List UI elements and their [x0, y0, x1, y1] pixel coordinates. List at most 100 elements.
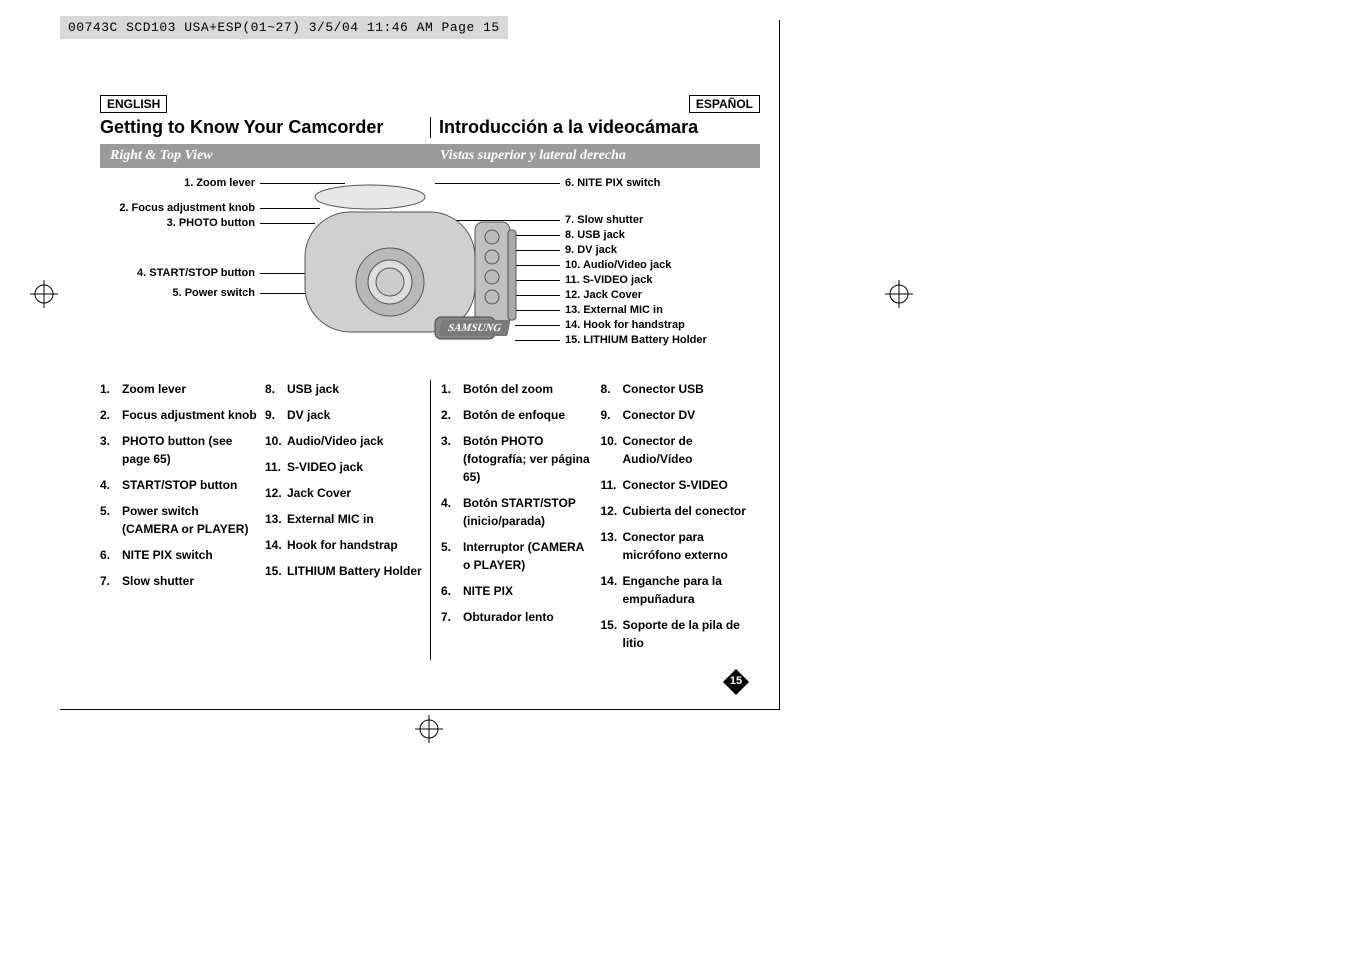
list-item: 14.Hook for handstrap	[265, 536, 422, 554]
list-item: 12.Jack Cover	[265, 484, 422, 502]
diagram-callout: 2. Focus adjustment knob	[119, 202, 255, 214]
list-item: 5.Interruptor (CAMERA o PLAYER)	[441, 538, 593, 574]
list-item: 4.Botón START/STOP (inicio/parada)	[441, 494, 593, 530]
list-item-number: 5.	[100, 502, 122, 538]
list-item-number: 3.	[441, 432, 463, 486]
list-item-text: START/STOP button	[122, 476, 257, 494]
list-item-text: Cubierta del conector	[623, 502, 753, 520]
list-item: 1.Botón del zoom	[441, 380, 593, 398]
list-item-number: 10.	[601, 432, 623, 468]
list-item-text: NITE PIX switch	[122, 546, 257, 564]
list-item-number: 1.	[100, 380, 122, 398]
list-item-number: 10.	[265, 432, 287, 450]
list-item-number: 6.	[100, 546, 122, 564]
list-item-number: 12.	[601, 502, 623, 520]
list-item-number: 13.	[601, 528, 623, 564]
list-item-number: 3.	[100, 432, 122, 468]
list-item-text: Botón de enfoque	[463, 406, 593, 424]
lang-label-en: ENGLISH	[100, 95, 167, 113]
diagram-callout: 14. Hook for handstrap	[565, 319, 685, 331]
list-item-text: Botón START/STOP (inicio/parada)	[463, 494, 593, 530]
registration-mark-icon	[415, 715, 443, 743]
list-item-text: Slow shutter	[122, 572, 257, 590]
list-item: 3.Botón PHOTO (fotografía; ver página 65…	[441, 432, 593, 486]
list-item-text: Focus adjustment knob	[122, 406, 257, 424]
diagram-callout: 10. Audio/Video jack	[565, 259, 671, 271]
list-item-number: 4.	[100, 476, 122, 494]
section-title-es: Introducción a la videocámara	[430, 117, 760, 138]
diagram-callout: 1. Zoom lever	[184, 177, 255, 189]
list-item: 15.Soporte de la pila de litio	[601, 616, 753, 652]
list-item-text: Conector USB	[623, 380, 753, 398]
list-item: 9.DV jack	[265, 406, 422, 424]
list-item: 14.Enganche para la empuñadura	[601, 572, 753, 608]
list-item-text: Interruptor (CAMERA o PLAYER)	[463, 538, 593, 574]
subtitle-es: Vistas superior y lateral derecha	[430, 144, 760, 168]
parts-lists: 1.Zoom lever2.Focus adjustment knob3.PHO…	[100, 380, 760, 660]
list-item-number: 8.	[265, 380, 287, 398]
list-item: 3.PHOTO button (see page 65)	[100, 432, 257, 468]
list-item-number: 4.	[441, 494, 463, 530]
list-item-text: Jack Cover	[287, 484, 422, 502]
diagram-callout: 5. Power switch	[172, 287, 255, 299]
list-item-text: DV jack	[287, 406, 422, 424]
list-item-text: Soporte de la pila de litio	[623, 616, 753, 652]
registration-mark-icon	[30, 280, 58, 308]
list-item-text: Botón PHOTO (fotografía; ver página 65)	[463, 432, 593, 486]
list-item-text: Conector DV	[623, 406, 753, 424]
list-item-text: Audio/Video jack	[287, 432, 422, 450]
list-item: 7.Obturador lento	[441, 608, 593, 626]
list-item-text: Zoom lever	[122, 380, 257, 398]
list-item-text: PHOTO button (see page 65)	[122, 432, 257, 468]
parts-list-es: 1.Botón del zoom2.Botón de enfoque3.Botó…	[430, 380, 760, 660]
list-item: 2.Botón de enfoque	[441, 406, 593, 424]
list-item: 7.Slow shutter	[100, 572, 257, 590]
list-item: 6.NITE PIX switch	[100, 546, 257, 564]
list-item-text: S-VIDEO jack	[287, 458, 422, 476]
diagram-callout: 3. PHOTO button	[167, 217, 255, 229]
list-item: 11.S-VIDEO jack	[265, 458, 422, 476]
list-item-number: 11.	[265, 458, 287, 476]
list-item: 13.Conector para micrófono externo	[601, 528, 753, 564]
list-item-number: 2.	[441, 406, 463, 424]
list-item-text: Power switch (CAMERA or PLAYER)	[122, 502, 257, 538]
list-item-number: 15.	[601, 616, 623, 652]
list-item-number: 2.	[100, 406, 122, 424]
list-item: 8.Conector USB	[601, 380, 753, 398]
list-item: 11.Conector S-VIDEO	[601, 476, 753, 494]
list-item-number: 12.	[265, 484, 287, 502]
list-item-text: NITE PIX	[463, 582, 593, 600]
list-item-number: 15.	[265, 562, 287, 580]
list-item-number: 6.	[441, 582, 463, 600]
list-item: 10.Audio/Video jack	[265, 432, 422, 450]
list-item-number: 11.	[601, 476, 623, 494]
list-item: 6.NITE PIX	[441, 582, 593, 600]
list-item: 1.Zoom lever	[100, 380, 257, 398]
list-item: 5.Power switch (CAMERA or PLAYER)	[100, 502, 257, 538]
list-item-number: 5.	[441, 538, 463, 574]
list-item-number: 14.	[601, 572, 623, 608]
list-item-number: 1.	[441, 380, 463, 398]
list-item-text: Conector para micrófono externo	[623, 528, 753, 564]
lang-label-es: ESPAÑOL	[689, 95, 760, 113]
list-item: 4.START/STOP button	[100, 476, 257, 494]
list-item: 15.LITHIUM Battery Holder	[265, 562, 422, 580]
camcorder-illustration	[280, 182, 580, 357]
diagram-callout: 15. LITHIUM Battery Holder	[565, 334, 707, 346]
list-item-number: 14.	[265, 536, 287, 554]
diagram-callout: 4. START/STOP button	[137, 267, 255, 279]
list-item-text: Hook for handstrap	[287, 536, 422, 554]
registration-mark-icon	[885, 280, 913, 308]
list-item-text: Enganche para la empuñadura	[623, 572, 753, 608]
list-item-number: 7.	[441, 608, 463, 626]
list-item-text: Obturador lento	[463, 608, 593, 626]
list-item-text: LITHIUM Battery Holder	[287, 562, 422, 580]
manual-page: ENGLISH ESPAÑOL Getting to Know Your Cam…	[100, 95, 760, 660]
list-item-number: 9.	[265, 406, 287, 424]
list-item: 2.Focus adjustment knob	[100, 406, 257, 424]
section-title-en: Getting to Know Your Camcorder	[100, 117, 430, 138]
list-item-text: USB jack	[287, 380, 422, 398]
list-item: 9.Conector DV	[601, 406, 753, 424]
camcorder-diagram: 1. Zoom lever 2. Focus adjustment knob 3…	[100, 172, 760, 372]
list-item-text: External MIC in	[287, 510, 422, 528]
